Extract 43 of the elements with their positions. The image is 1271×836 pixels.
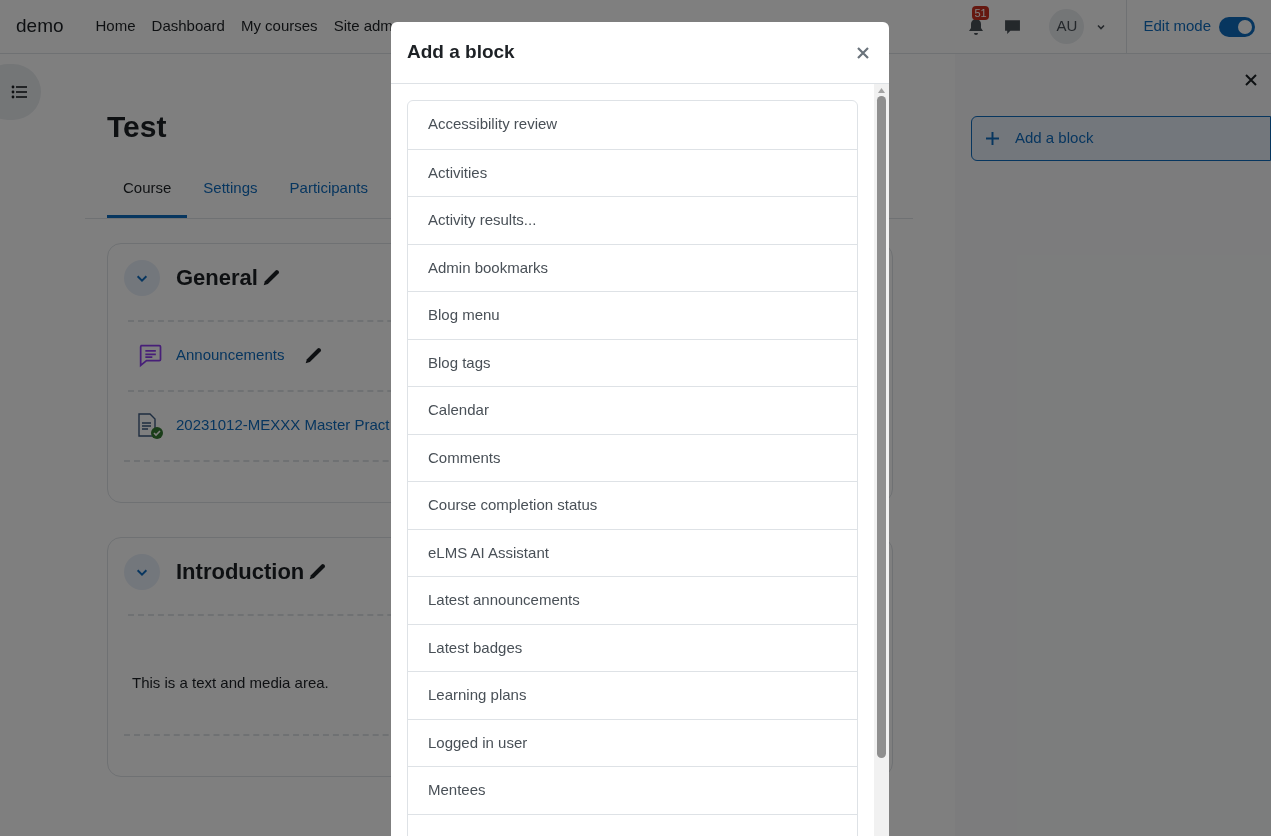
block-option[interactable]: Activities bbox=[408, 148, 857, 196]
edit-mode-label: Edit mode bbox=[1143, 16, 1211, 37]
collapse-toggle[interactable] bbox=[124, 259, 160, 296]
block-option[interactable]: Learning plans bbox=[408, 671, 857, 719]
block-option[interactable]: Mentees bbox=[408, 766, 857, 814]
course-title: Test bbox=[107, 109, 167, 145]
block-option[interactable]: Accessibility review bbox=[408, 101, 857, 149]
bell-icon[interactable] bbox=[968, 17, 985, 36]
close-icon[interactable] bbox=[857, 46, 869, 59]
block-option[interactable]: Calendar bbox=[408, 386, 857, 434]
section-text: This is a text and media area. bbox=[132, 672, 330, 693]
block-option[interactable]: Course completion status bbox=[408, 481, 857, 529]
site-name[interactable]: demo bbox=[16, 12, 64, 41]
collapse-toggle[interactable] bbox=[124, 553, 160, 590]
list-icon bbox=[11, 85, 27, 99]
block-option[interactable]: Latest announcements bbox=[408, 576, 857, 624]
close-icon[interactable] bbox=[1245, 74, 1257, 86]
block-option[interactable]: eLMS AI Assistant bbox=[408, 528, 857, 576]
nav-link[interactable]: Dashboard bbox=[151, 15, 225, 38]
block-option[interactable]: Latest badges bbox=[408, 623, 857, 671]
block-option[interactable]: Comments bbox=[408, 433, 857, 481]
pencil-icon[interactable] bbox=[308, 562, 327, 581]
chat-icon[interactable] bbox=[1004, 18, 1022, 35]
nav-link[interactable]: Home bbox=[95, 15, 136, 38]
section-title: General bbox=[176, 264, 258, 292]
edit-mode-switch[interactable] bbox=[1219, 16, 1255, 37]
block-option[interactable]: Activity results... bbox=[408, 196, 857, 244]
course-tab[interactable]: Course bbox=[107, 173, 188, 218]
pencil-icon[interactable] bbox=[304, 346, 323, 365]
document-icon bbox=[136, 411, 164, 440]
modal-title: Add a block bbox=[407, 40, 515, 65]
nav-link[interactable]: My courses bbox=[240, 15, 318, 38]
notification-count: 51 bbox=[972, 5, 989, 20]
block-option[interactable]: Admin bookmarks bbox=[408, 243, 857, 291]
scroll-up-icon[interactable] bbox=[878, 88, 885, 93]
plus-icon bbox=[986, 132, 999, 145]
section-title: Introduction bbox=[176, 558, 305, 586]
block-option[interactable]: Blog menu bbox=[408, 291, 857, 339]
pencil-icon[interactable] bbox=[261, 268, 280, 287]
scrollbar[interactable] bbox=[874, 84, 889, 836]
block-option[interactable]: Blog tags bbox=[408, 338, 857, 386]
nav-link[interactable]: Site adm bbox=[333, 15, 393, 38]
block-option[interactable]: Logged in user bbox=[408, 718, 857, 766]
